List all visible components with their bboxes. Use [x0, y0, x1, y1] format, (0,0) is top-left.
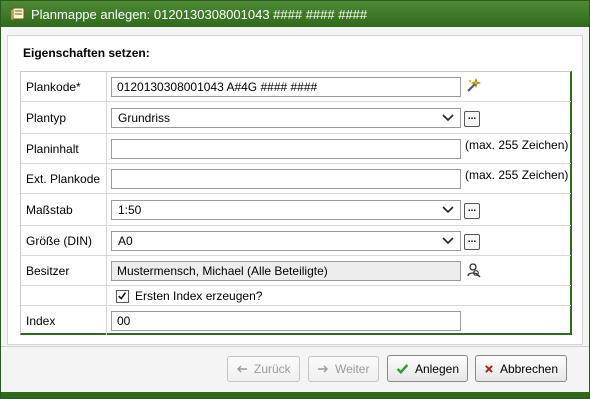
arrow-left-icon	[237, 365, 247, 373]
next-button-label: Weiter	[335, 362, 370, 376]
row-ext-code: Ext. Plankode (max. 255 Zeichen)	[21, 164, 571, 194]
back-button-label: Zurück	[254, 362, 291, 376]
size-select[interactable]: A0	[111, 231, 461, 251]
row-size: Größe (DIN) A0 ...	[21, 226, 571, 256]
plantype-label: Plantyp	[21, 102, 107, 133]
owner-field: Mustermensch, Michael (Alle Beteiligte)	[111, 261, 461, 281]
row-plancode: Plankode* 0120130308001043 A#4G #### ###…	[21, 72, 571, 102]
notebook-icon	[10, 7, 25, 21]
chevron-down-icon	[442, 237, 454, 245]
plancode-label: Plankode*	[21, 72, 107, 101]
checkmark-icon	[396, 363, 409, 374]
first-index-label[interactable]: Ersten Index erzeugen?	[135, 289, 262, 303]
window-bottom-border	[1, 392, 589, 398]
checkmark-icon	[118, 292, 127, 300]
size-label: Größe (DIN)	[21, 226, 107, 255]
content-label: Planinhalt	[21, 134, 107, 163]
ext-code-hint: (max. 255 Zeichen)	[465, 168, 569, 182]
plantype-picker-button[interactable]: ...	[464, 111, 480, 127]
dialog-window: Planmappe anlegen: 0120130308001043 ####…	[0, 0, 590, 399]
ext-code-label: Ext. Plankode	[21, 164, 107, 193]
properties-form: Plankode* 0120130308001043 A#4G #### ###…	[20, 71, 572, 335]
owner-label: Besitzer	[21, 256, 107, 285]
scale-value: 1:50	[118, 203, 142, 217]
row-scale: Maßstab 1:50 ...	[21, 194, 571, 226]
row-plantype: Plantyp Grundriss ...	[21, 102, 571, 134]
size-picker-button[interactable]: ...	[464, 234, 480, 250]
section-heading: Eigenschaften setzen:	[23, 46, 150, 60]
content-panel: Eigenschaften setzen: Plankode* 01201303…	[7, 35, 583, 345]
first-index-checkbox[interactable]	[116, 290, 129, 303]
content-hint: (max. 255 Zeichen)	[465, 138, 569, 152]
close-x-icon	[485, 364, 493, 373]
scale-select[interactable]: 1:50	[111, 200, 461, 220]
row-index: Index 00	[21, 306, 571, 335]
row-content: Planinhalt (max. 255 Zeichen)	[21, 134, 571, 164]
plancode-input[interactable]: 0120130308001043 A#4G #### ####	[111, 77, 461, 97]
plantype-select[interactable]: Grundriss	[111, 108, 461, 128]
content-input[interactable]	[111, 139, 461, 159]
arrow-right-icon	[318, 365, 328, 373]
create-button[interactable]: Anlegen	[387, 355, 468, 382]
index-label: Index	[21, 306, 107, 335]
cancel-button[interactable]: Abbrechen	[475, 355, 567, 382]
person-lookup-icon[interactable]	[465, 262, 481, 278]
chevron-down-icon	[442, 114, 454, 122]
scale-picker-button[interactable]: ...	[464, 203, 480, 219]
row-first-index: Ersten Index erzeugen?	[21, 286, 571, 306]
chevron-down-icon	[442, 206, 454, 214]
size-value: A0	[118, 234, 133, 248]
index-input[interactable]: 00	[111, 311, 461, 331]
first-index-label-cell	[21, 286, 107, 305]
create-button-label: Anlegen	[414, 361, 459, 376]
back-button[interactable]: Zurück	[227, 356, 300, 382]
row-owner: Besitzer Mustermensch, Michael (Alle Bet…	[21, 256, 571, 286]
next-button[interactable]: Weiter	[308, 356, 379, 382]
plantype-value: Grundriss	[118, 111, 171, 125]
wand-icon[interactable]	[465, 78, 481, 94]
ext-code-input[interactable]	[111, 169, 461, 189]
cancel-button-label: Abbrechen	[499, 361, 558, 376]
footer-separator	[1, 346, 589, 347]
scale-label: Maßstab	[21, 194, 107, 225]
title-bar: Planmappe anlegen: 0120130308001043 ####…	[1, 1, 589, 27]
window-title: Planmappe anlegen: 0120130308001043 ####…	[31, 6, 368, 22]
